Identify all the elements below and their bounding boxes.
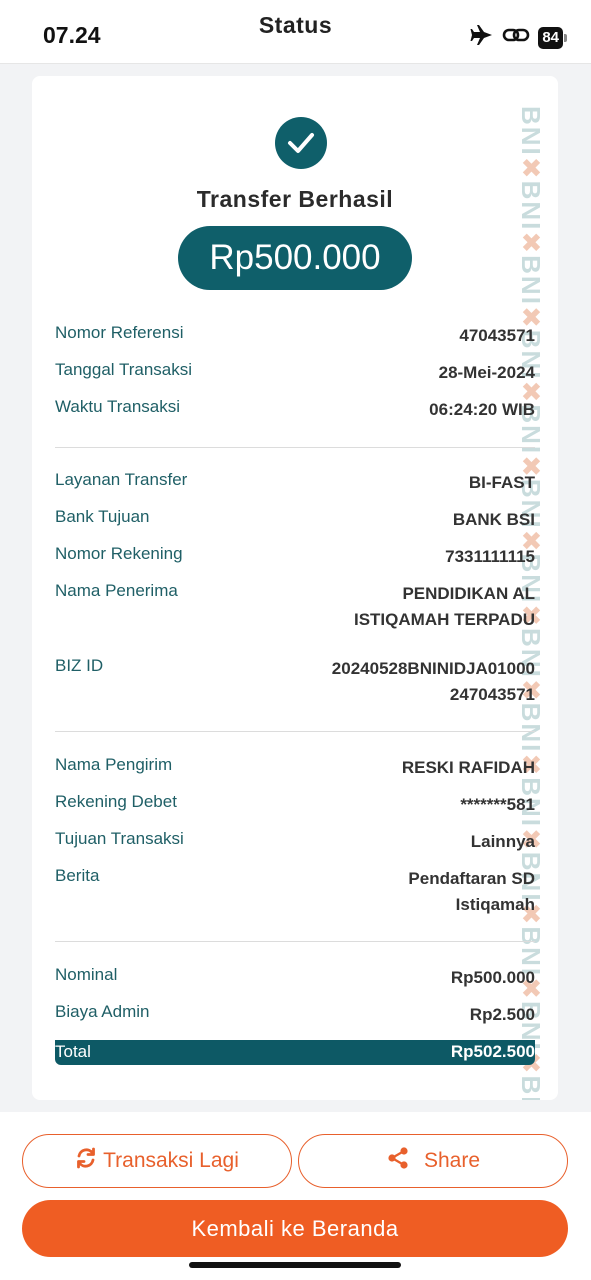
biz-id-value-line1: 20240528BNINIDJA01000	[331, 659, 535, 678]
nominal-value: Rp500.000	[450, 968, 535, 987]
recipient-value-line2: ISTIQAMAH TERPADU	[353, 610, 535, 629]
watermark-text: BNI	[516, 255, 546, 306]
time-value: 06:24:20 WIB	[429, 400, 535, 419]
admin-fee-label: Biaya Admin	[55, 1002, 150, 1021]
share-label: Share	[423, 1149, 481, 1172]
note-label: Berita	[55, 866, 100, 885]
note-value-line2: Istiqamah	[455, 895, 535, 914]
check-icon	[275, 117, 327, 169]
purpose-value: Lainnya	[470, 832, 535, 851]
status-bar: 07.24 Status 84	[0, 0, 591, 64]
reference-label: Nomor Referensi	[55, 323, 184, 342]
service-label: Layanan Transfer	[55, 470, 188, 489]
recipient-label: Nama Penerima	[55, 581, 178, 600]
divider	[55, 941, 535, 942]
debit-account-label: Rekening Debet	[55, 792, 177, 811]
battery-icon: 84	[538, 26, 567, 49]
date-label: Tanggal Transaksi	[55, 360, 193, 379]
account-label: Nomor Rekening	[55, 544, 183, 563]
link-icon	[502, 25, 530, 50]
watermark-text: BNI	[516, 106, 546, 157]
biz-id-value: 20240528BNINIDJA01000 247043571	[332, 656, 535, 708]
recipient-value: PENDIDIKAN AL ISTIQAMAH TERPADU	[354, 581, 535, 633]
result-title: Transfer Berhasil	[196, 186, 394, 212]
status-icons: 84	[470, 24, 567, 51]
debit-account-value: *******581	[460, 795, 535, 814]
sender-value: RESKI RAFIDAH	[401, 758, 535, 777]
action-bar: Transaksi Lagi Share Kembali ke Beranda	[0, 1112, 591, 1280]
sender-label: Nama Pengirim	[55, 755, 173, 774]
transaction-again-label: Transaksi Lagi	[103, 1149, 239, 1172]
airplane-icon	[470, 24, 494, 51]
purpose-label: Tujuan Transaksi	[55, 829, 184, 848]
recipient-value-line1: PENDIDIKAN AL	[402, 584, 535, 603]
back-to-home-button[interactable]: Kembali ke Beranda	[22, 1200, 568, 1257]
total-value: Rp502.500	[450, 1042, 535, 1061]
watermark-text: BNI	[516, 1076, 546, 1100]
amount-badge: Rp500.000	[178, 226, 412, 290]
account-value: 7331111115	[445, 547, 535, 566]
biz-id-label: BIZ ID	[55, 656, 104, 675]
transaction-again-button[interactable]: Transaksi Lagi	[22, 1134, 292, 1188]
home-indicator	[189, 1262, 401, 1268]
divider	[55, 447, 535, 448]
share-icon	[386, 1146, 410, 1176]
biz-id-value-line2: 247043571	[449, 685, 535, 704]
battery-level: 84	[538, 26, 563, 49]
bank-label: Bank Tujuan	[55, 507, 150, 526]
bank-value: BANK BSI	[452, 510, 535, 529]
note-value: Pendaftaran SD Istiqamah	[408, 866, 535, 918]
reference-value: 47043571	[459, 326, 535, 345]
time-label: Waktu Transaksi	[55, 397, 181, 416]
watermark-text: BNI	[516, 702, 546, 754]
total-label: Total	[55, 1042, 91, 1061]
divider	[55, 731, 535, 732]
share-button[interactable]: Share	[298, 1134, 568, 1188]
note-value-line1: Pendaftaran SD	[408, 869, 535, 888]
receipt-card: BNI✖BNI✖BNI✖BNI✖BNI✖BNI✖BNI✖BNI✖BNI✖BNI✖…	[32, 76, 558, 1100]
total-row: Total Rp502.500	[55, 1040, 535, 1065]
date-value: 28-Mei-2024	[438, 363, 535, 382]
admin-fee-value: Rp2.500	[469, 1005, 535, 1024]
service-value: BI-FAST	[468, 473, 535, 492]
nominal-label: Nominal	[55, 965, 118, 984]
refresh-icon	[75, 1147, 97, 1175]
